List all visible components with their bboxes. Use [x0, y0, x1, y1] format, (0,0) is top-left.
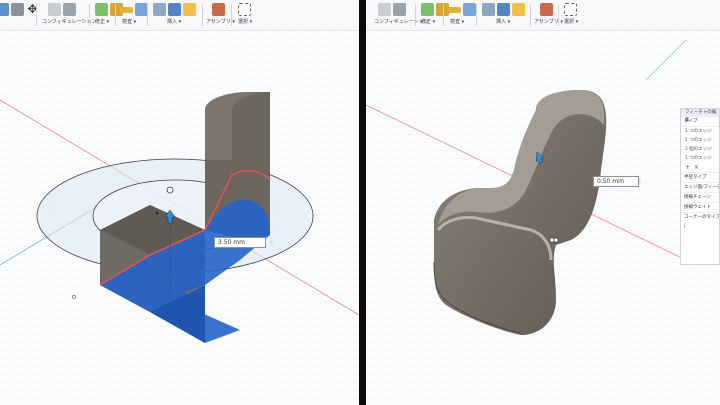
joint-icon[interactable] [212, 3, 225, 16]
panel-add-remove: + × [681, 163, 719, 172]
right-viewport[interactable] [366, 30, 720, 405]
radius-type-row[interactable]: 半径タイプ [681, 172, 719, 182]
feature-edit-panel: フィーチャの編集 タイプ 1 つのエッジ 1 つのエッジ 2 個のエッジ 1 つ… [680, 108, 720, 265]
insert-image-icon[interactable] [168, 3, 181, 16]
table-icon[interactable] [63, 3, 76, 16]
right-insert-label[interactable]: 挿入 ▾ [496, 18, 510, 25]
left-select-label[interactable]: 選択 ▾ [238, 18, 252, 25]
left-inspect-group[interactable]: 検査 ▾ [118, 2, 148, 28]
remove-icon[interactable]: × [694, 164, 699, 171]
insert-mesh-icon[interactable] [183, 3, 196, 16]
edge-selection-4[interactable]: 1 つのエッジ [681, 154, 719, 163]
joint-icon[interactable] [540, 3, 553, 16]
tangent-chain-row[interactable]: 接線チェーン [681, 192, 719, 202]
right-select-label[interactable]: 選択 ▾ [564, 18, 578, 25]
select-icon[interactable] [238, 3, 251, 16]
left-inspect-label[interactable]: 検査 ▾ [122, 18, 136, 25]
panel-type-label: タイプ [684, 119, 698, 124]
sketch-icon[interactable] [0, 3, 9, 16]
right-inspect-group[interactable]: 検査 ▾ [446, 2, 476, 28]
right-select-group[interactable]: 選択 ▾ [562, 2, 582, 28]
corner-type-row[interactable]: コーナーのタイプ [681, 212, 719, 222]
measure-icon[interactable] [120, 7, 133, 13]
press-pull-icon[interactable] [421, 3, 434, 16]
left-toolbar: ✥ コンフィギュレーション 修正 ▾ 検査 ▾ 挿入 ▾ アセンブリ ▾ 選択 … [0, 0, 359, 31]
insert-mesh-icon[interactable] [512, 3, 525, 16]
table-icon[interactable] [393, 3, 406, 16]
select-icon[interactable] [564, 3, 577, 16]
rotate-handle-icon[interactable] [166, 186, 174, 194]
left-modify-label[interactable]: 修正 ▾ [95, 18, 109, 25]
left-select-group[interactable]: 選択 ▾ [236, 2, 256, 28]
right-insert-group[interactable]: 挿入 ▾ [480, 2, 530, 28]
left-create-group[interactable]: ✥ [0, 2, 39, 28]
left-pane: ✥ コンフィギュレーション 修正 ▾ 検査 ▾ 挿入 ▾ アセンブリ ▾ 選択 … [0, 0, 359, 405]
right-inspect-label[interactable]: 検査 ▾ [450, 18, 464, 25]
tangent-weight-row[interactable]: 接線ウェイト [681, 202, 719, 212]
right-configuration-group[interactable]: コンフィギュレーション [374, 2, 429, 28]
insert-derive-icon[interactable] [482, 3, 495, 16]
edge-selection-1[interactable]: 1 つのエッジ [681, 126, 719, 136]
panel-title: フィーチャの編集 [681, 109, 719, 123]
left-dimension-menu-icon[interactable]: ⋮ [269, 240, 275, 247]
config-icon[interactable] [48, 3, 61, 16]
pane-divider [359, 0, 366, 405]
add-icon[interactable]: + [685, 164, 690, 171]
left-insert-label[interactable]: 挿入 ▾ [167, 18, 181, 25]
right-modify-group[interactable]: 修正 ▾ [419, 2, 449, 28]
edge-selection-3[interactable]: 2 個のエッジ [681, 145, 719, 154]
left-insert-group[interactable]: 挿入 ▾ [151, 2, 201, 28]
measure-icon[interactable] [448, 7, 461, 13]
move-icon[interactable]: ✥ [26, 3, 39, 16]
right-modify-label[interactable]: 修正 ▾ [421, 18, 435, 25]
insert-derive-icon[interactable] [153, 3, 166, 16]
right-dimension-menu-icon[interactable]: ⋮ [637, 178, 643, 185]
edge-handle-icon-2[interactable] [553, 237, 559, 243]
info-icon[interactable]: i [681, 222, 719, 231]
right-assemble-group[interactable]: アセンブリ ▾ [534, 2, 564, 28]
left-configuration-group[interactable]: コンフィギュレーション [42, 2, 97, 28]
config-icon[interactable] [378, 3, 391, 16]
right-toolbar: コンフィギュレーション 修正 ▾ 検査 ▾ 挿入 ▾ アセンブリ ▾ 選択 ▾ [366, 0, 720, 31]
origin-point [155, 211, 159, 215]
right-pane: コンフィギュレーション 修正 ▾ 検査 ▾ 挿入 ▾ アセンブリ ▾ 選択 ▾ … [366, 0, 720, 405]
edge-selection-2[interactable]: 1 つのエッジ [681, 136, 719, 145]
solid-icon[interactable] [11, 3, 24, 16]
tangent-chain-face-row[interactable]: エッジ面/フィーチャ [681, 182, 719, 192]
left-viewport[interactable] [0, 30, 359, 405]
press-pull-icon[interactable] [95, 3, 108, 16]
right-dimension-input[interactable]: 0.50 mm [593, 176, 639, 187]
section-icon[interactable] [463, 3, 476, 16]
left-dimension-input[interactable]: 3.50 mm [214, 237, 266, 248]
insert-image-icon[interactable] [497, 3, 510, 16]
